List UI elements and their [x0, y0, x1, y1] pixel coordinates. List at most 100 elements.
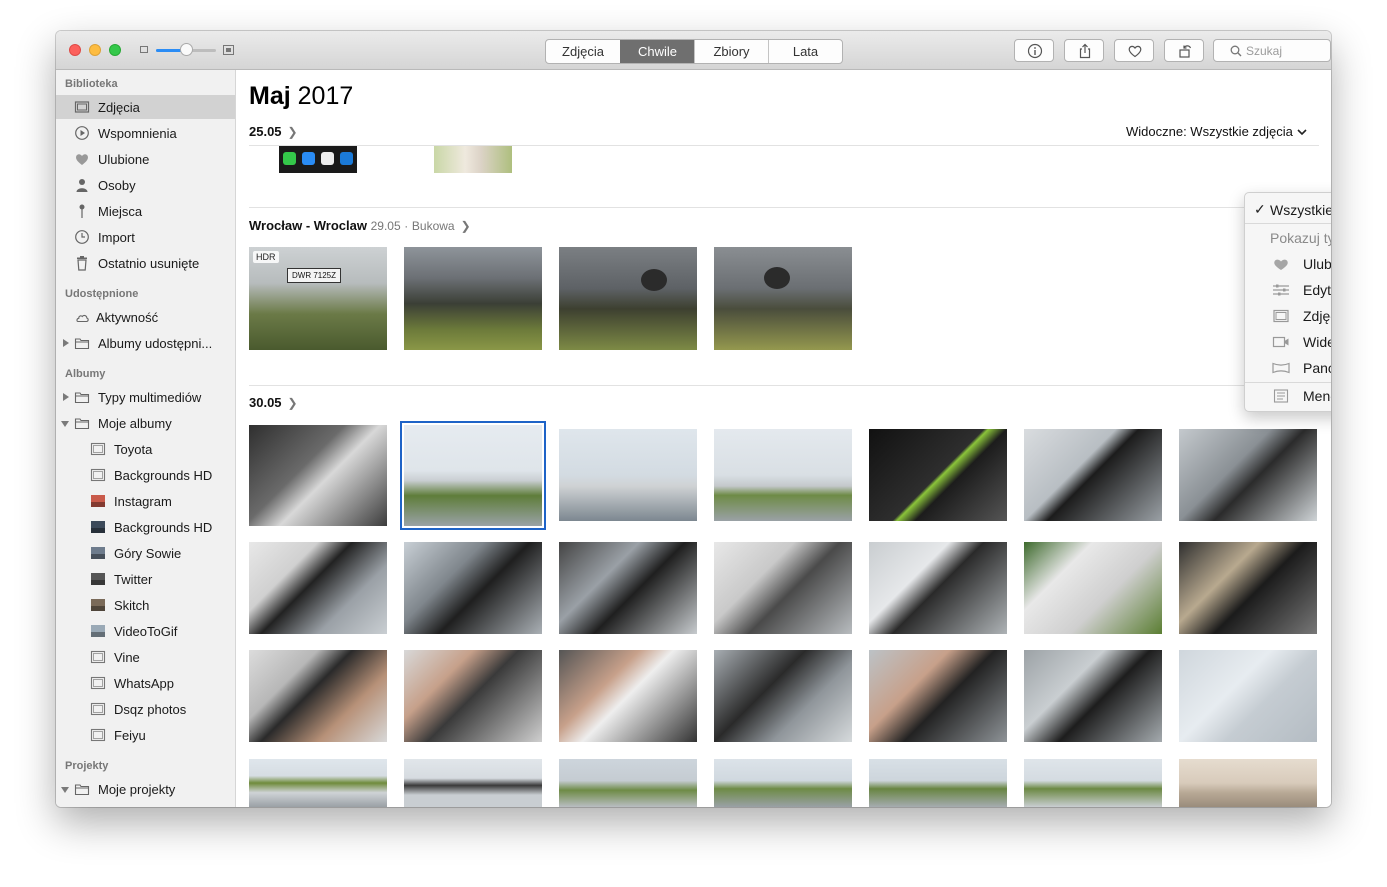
photo-thumbnail[interactable]: [1024, 759, 1162, 807]
photo-thumbnail[interactable]: [1179, 542, 1317, 634]
photo-thumbnail[interactable]: [249, 425, 387, 526]
photo-thumbnail[interactable]: [559, 759, 697, 807]
sidebar-item-album[interactable]: Feiyu: [56, 723, 235, 747]
sidebar-item-album[interactable]: WhatsApp: [56, 671, 235, 695]
search-field[interactable]: [1213, 39, 1331, 62]
photo-thumbnail[interactable]: [434, 146, 512, 173]
photo-thumbnail[interactable]: [714, 759, 852, 807]
sidebar-item-typy-multimediow[interactable]: Typy multimediów: [56, 385, 235, 409]
photo-thumbnail[interactable]: [1024, 650, 1162, 742]
photo-thumbnail[interactable]: [249, 542, 387, 634]
sidebar-item-label: Miejsca: [98, 204, 143, 219]
tab-lata[interactable]: Lata: [768, 40, 842, 63]
photo-thumbnail[interactable]: DWR 7125Z HDR: [249, 247, 387, 350]
moment-header-29-05[interactable]: Wrocław - Wroclaw 29.05 · Bukowa ❯: [249, 218, 471, 233]
dropdown-item-wideo[interactable]: Wideo: [1245, 330, 1331, 354]
photo-thumbnail[interactable]: [559, 429, 697, 521]
sidebar-item-miejsca[interactable]: Miejsca: [56, 199, 235, 223]
photos-window: Zdjęcia Chwile Zbiory Lata Biblioteka Zd…: [56, 31, 1331, 807]
album-thumb-icon: [91, 625, 105, 637]
sidebar-item-albumy-udostepnione[interactable]: Albumy udostępni...: [56, 331, 235, 355]
sidebar-item-album[interactable]: Instagram: [56, 489, 235, 513]
rotate-button[interactable]: [1164, 39, 1204, 62]
dropdown-item-ulubione[interactable]: Ulubione: [1245, 252, 1331, 276]
visible-filter-menu[interactable]: Widoczne: Wszystkie zdjęcia: [1126, 124, 1307, 139]
sidebar-item-album[interactable]: Vine: [56, 645, 235, 669]
visible-filter-label: Widoczne: Wszystkie zdjęcia: [1126, 124, 1293, 139]
photo-thumbnail[interactable]: [714, 247, 852, 350]
close-button[interactable]: [69, 44, 81, 56]
favorite-button[interactable]: [1114, 39, 1154, 62]
pin-icon: [79, 204, 85, 218]
photo-thumbnail[interactable]: [559, 247, 697, 350]
sidebar-item-album[interactable]: Góry Sowie: [56, 541, 235, 565]
moment-header-30-05[interactable]: 30.05 ❯: [249, 395, 298, 410]
photo-thumbnail[interactable]: [869, 429, 1007, 521]
photo-thumbnail[interactable]: [1179, 650, 1317, 742]
sidebar-item-moje-albumy[interactable]: Moje albumy: [56, 411, 235, 435]
disclosure-down-icon[interactable]: [61, 421, 69, 427]
chevron-down-icon: [1296, 129, 1307, 136]
photo-thumbnail-selected[interactable]: [400, 421, 546, 530]
dropdown-item-edytowane[interactable]: Edytowane: [1245, 278, 1331, 302]
sidebar-item-zdjecia[interactable]: Zdjęcia: [56, 95, 235, 119]
dropdown-item-panoramy[interactable]: Panoramy: [1245, 356, 1331, 380]
sidebar-item-label: Backgrounds HD: [114, 520, 213, 535]
photo-thumbnail[interactable]: [1179, 429, 1317, 521]
sidebar-item-album[interactable]: VideoToGif: [56, 619, 235, 643]
tab-zbiory[interactable]: Zbiory: [694, 40, 768, 63]
photo-thumbnail[interactable]: [404, 650, 542, 742]
sidebar-item-moje-projekty[interactable]: Moje projekty: [56, 777, 235, 801]
photo-thumbnail[interactable]: [714, 429, 852, 521]
share-button[interactable]: [1064, 39, 1104, 62]
sidebar-item-osoby[interactable]: Osoby: [56, 173, 235, 197]
sidebar-item-import[interactable]: Import: [56, 225, 235, 249]
photo-thumbnail[interactable]: [404, 759, 542, 807]
sidebar-item-album[interactable]: Skitch: [56, 593, 235, 617]
sidebar-item-ostatnio-usuniete[interactable]: Ostatnio usunięte: [56, 251, 235, 275]
photo-thumbnail[interactable]: [404, 247, 542, 350]
photo-thumbnail[interactable]: [714, 542, 852, 634]
sidebar-item-album[interactable]: Backgrounds HD: [56, 463, 235, 487]
sidebar-item-album[interactable]: Dsqz photos: [56, 697, 235, 721]
photo-thumbnail[interactable]: [714, 650, 852, 742]
photo-thumbnail[interactable]: [559, 542, 697, 634]
dropdown-item-keywords[interactable]: Menedżer słów kluczowych.: [1245, 384, 1331, 408]
sidebar-item-wspomnienia[interactable]: Wspomnienia: [56, 121, 235, 145]
tab-chwile[interactable]: Chwile: [620, 40, 694, 63]
zoom-slider-knob[interactable]: [180, 43, 193, 56]
minimize-button[interactable]: [89, 44, 101, 56]
tab-zdjecia[interactable]: Zdjęcia: [546, 40, 620, 63]
photo-thumbnail[interactable]: [1024, 429, 1162, 521]
photo-thumbnail[interactable]: [249, 650, 387, 742]
sidebar-item-album[interactable]: Backgrounds HD: [56, 515, 235, 539]
dropdown-section-label: Pokazuj tylko:: [1270, 230, 1331, 246]
dropdown-separator: [1245, 223, 1331, 224]
photo-thumbnail[interactable]: [559, 650, 697, 742]
photo-thumbnail[interactable]: [249, 759, 387, 807]
sidebar-item-album[interactable]: Twitter: [56, 567, 235, 591]
photo-thumbnail[interactable]: [1024, 542, 1162, 634]
zoom-slider[interactable]: [156, 43, 216, 56]
fullscreen-button[interactable]: [109, 44, 121, 56]
disclosure-down-icon[interactable]: [61, 787, 69, 793]
moment-header-25-05[interactable]: 25.05 ❯: [249, 124, 298, 139]
search-input[interactable]: [1246, 42, 1326, 59]
sidebar-item-aktywnosc[interactable]: Aktywność: [56, 305, 235, 329]
dropdown-item-label: Wideo: [1303, 334, 1331, 350]
sidebar-item-album[interactable]: Toyota: [56, 437, 235, 461]
sidebar-item-ulubione[interactable]: Ulubione: [56, 147, 235, 171]
dropdown-item-all[interactable]: ✓ Wszystkie zdjęcia: [1245, 198, 1331, 222]
photo-thumbnail[interactable]: [869, 542, 1007, 634]
disclosure-right-icon[interactable]: [63, 339, 69, 347]
disclosure-right-icon[interactable]: [63, 393, 69, 401]
section-projekty: Projekty: [65, 760, 109, 772]
photo-thumbnail[interactable]: [1179, 759, 1317, 807]
dropdown-item-zdjecia[interactable]: Zdjęcia: [1245, 304, 1331, 328]
photo-thumbnail[interactable]: [869, 650, 1007, 742]
photo-thumbnail[interactable]: [279, 146, 357, 173]
info-button[interactable]: [1014, 39, 1054, 62]
photo-thumbnail[interactable]: [404, 542, 542, 634]
photo-thumbnail[interactable]: [869, 759, 1007, 807]
album-icon: [90, 468, 106, 482]
